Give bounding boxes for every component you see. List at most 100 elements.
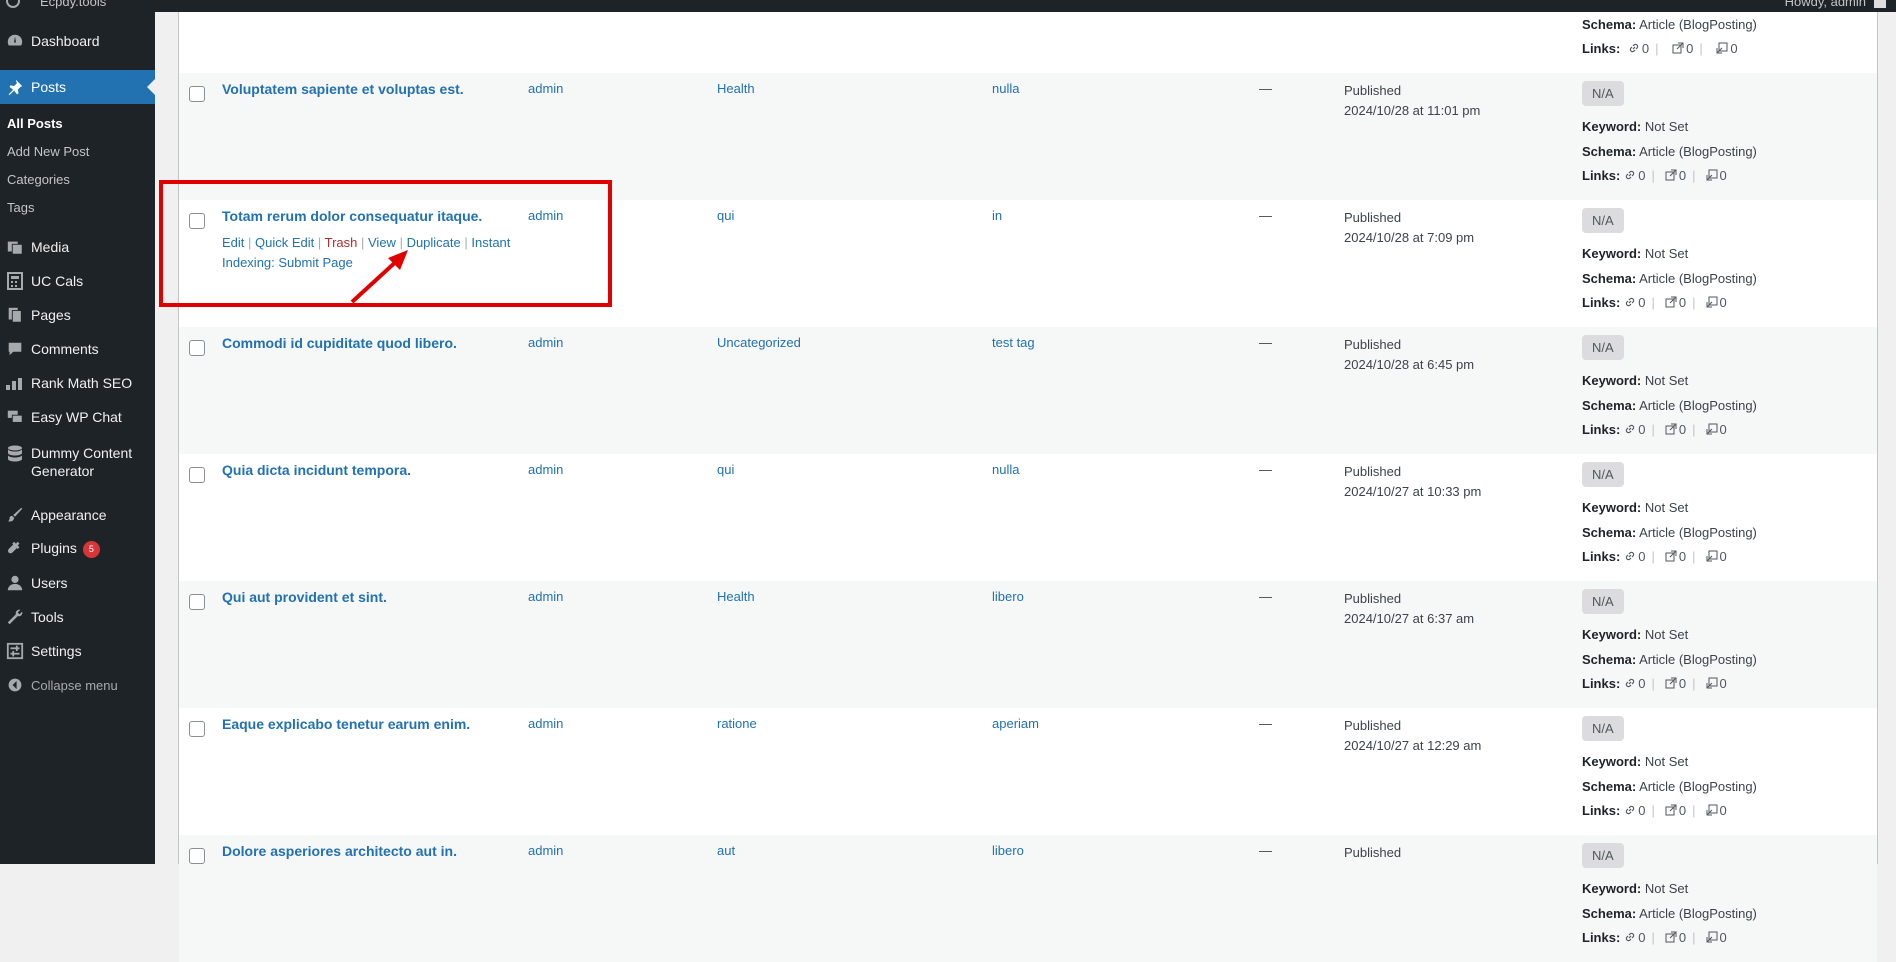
post-status: Published (1344, 591, 1402, 606)
post-category-link[interactable]: qui (717, 208, 734, 223)
table-row: Qui aut provident et sint. admin Health lib… (179, 581, 1877, 708)
sidebar-item-dashboard[interactable]: Dashboard (0, 24, 155, 58)
seo-score-badge[interactable]: N/A (1582, 716, 1624, 741)
table-row: Dolore asperiores architecto aut in. admi… (179, 835, 1877, 962)
sidebar-item-dummy-content-generator[interactable]: Dummy Content Generator (0, 442, 155, 482)
users-icon (5, 573, 25, 593)
post-tag-link[interactable]: libero (992, 843, 1024, 858)
seo-score-badge[interactable]: N/A (1582, 462, 1624, 487)
sidebar-item-appearance[interactable]: Appearance (0, 498, 155, 532)
sidebar-item-plugins[interactable]: Plugins 5 (0, 532, 155, 566)
row-checkbox[interactable] (189, 86, 205, 102)
seo-keyword: Keyword: Not Set (1582, 627, 1688, 642)
incoming-links-count: 0 (1719, 676, 1727, 691)
post-date: Published 2024/10/27 at 12:29 am (1344, 716, 1481, 756)
row-checkbox[interactable] (189, 467, 205, 483)
seo-schema: Schema: Article (BlogPosting) (1582, 779, 1757, 794)
post-category-link[interactable]: qui (717, 462, 734, 477)
quick-edit-link[interactable]: Quick Edit (255, 235, 314, 250)
post-author-link[interactable]: admin (528, 462, 563, 477)
sidebar-item-comments[interactable]: Comments (0, 332, 155, 366)
site-name[interactable]: Ecpdy.tools (40, 0, 106, 9)
post-category-link[interactable]: Health (717, 81, 755, 96)
submenu-categories[interactable]: Categories (7, 172, 70, 187)
post-date-value: 2024/10/28 at 6:45 pm (1344, 357, 1475, 372)
post-title-link[interactable]: Totam rerum dolor consequatur itaque. (222, 208, 482, 224)
submenu-add-new-post[interactable]: Add New Post (7, 144, 89, 159)
post-date-value: 2024/10/28 at 11:01 pm (1344, 103, 1481, 118)
post-author-link[interactable]: admin (528, 716, 563, 731)
post-tag-link[interactable]: in (992, 208, 1002, 223)
row-checkbox[interactable] (189, 594, 205, 610)
post-author-link[interactable]: admin (528, 81, 563, 96)
post-category-link[interactable]: Uncategorized (717, 335, 801, 350)
posts-table: Schema: Article (BlogPosting) Links: 0 | … (178, 12, 1878, 962)
collapse-menu-button[interactable]: Collapse menu (0, 668, 155, 702)
sidebar-item-label: Settings (31, 643, 82, 659)
post-title-link[interactable]: Qui aut provident et sint. (222, 589, 387, 605)
sidebar-item-rank-math-seo[interactable]: Rank Math SEO (0, 366, 155, 400)
internal-link-icon (1626, 297, 1635, 307)
post-tag-link[interactable]: nulla (992, 81, 1019, 96)
sidebar-item-easy-wp-chat[interactable]: Easy WP Chat (0, 400, 155, 434)
post-title-link[interactable]: Eaque explicabo tenetur earum enim. (222, 716, 470, 732)
sidebar-item-tools[interactable]: Tools (0, 600, 155, 634)
view-link[interactable]: View (368, 235, 396, 250)
sidebar-item-posts[interactable]: Posts (0, 70, 155, 104)
post-tag-link[interactable]: test tag (992, 335, 1035, 350)
sidebar-item-settings[interactable]: Settings (0, 634, 155, 668)
seo-score-badge[interactable]: N/A (1582, 589, 1624, 614)
keyword-label: Keyword: (1582, 500, 1642, 515)
submenu-tags[interactable]: Tags (7, 200, 34, 215)
edit-link[interactable]: Edit (222, 235, 244, 250)
seo-details: N/A Keyword: Not Set Schema: Article (Blog… (1582, 716, 1757, 818)
post-author-link[interactable]: admin (528, 335, 563, 350)
post-tag-link[interactable]: aperiam (992, 716, 1039, 731)
post-date: Published 2024/10/27 at 10:33 pm (1344, 462, 1481, 502)
external-links-count: 0 (1678, 930, 1687, 945)
row-actions: Edit | Quick Edit | Trash | View | Dupli… (222, 235, 511, 270)
post-category-link[interactable]: aut (717, 843, 735, 858)
row-checkbox[interactable] (189, 340, 205, 356)
post-author-link[interactable]: admin (528, 843, 563, 858)
post-category-link[interactable]: Health (717, 589, 755, 604)
seo-score-badge[interactable]: N/A (1582, 208, 1624, 233)
post-status: Published (1344, 210, 1402, 225)
sidebar-item-users[interactable]: Users (0, 566, 155, 600)
sidebar-item-pages[interactable]: Pages (0, 298, 155, 332)
post-tag-link[interactable]: nulla (992, 462, 1019, 477)
post-status: Published (1344, 718, 1402, 733)
post-title-link[interactable]: Quia dicta incidunt tempora. (222, 462, 411, 478)
schema-value: Article (BlogPosting) (1639, 525, 1757, 540)
duplicate-link[interactable]: Duplicate (407, 235, 461, 250)
wordpress-logo-icon[interactable] (6, 0, 20, 8)
sidebar-item-label: Tools (31, 609, 64, 625)
media-icon (5, 237, 25, 257)
post-tag-link[interactable]: libero (992, 589, 1024, 604)
keyword-value: Not Set (1644, 119, 1689, 134)
sidebar-item-media[interactable]: Media (0, 230, 155, 264)
post-title-link[interactable]: Voluptatem sapiente et voluptas est. (222, 81, 464, 97)
incoming-links-count: 0 (1719, 549, 1727, 564)
row-checkbox[interactable] (189, 721, 205, 737)
row-checkbox[interactable] (189, 848, 205, 864)
trash-link[interactable]: Trash (325, 235, 358, 250)
internal-links-count: 0 (1638, 168, 1646, 183)
post-author-link[interactable]: admin (528, 208, 563, 223)
post-author-link[interactable]: admin (528, 589, 563, 604)
seo-score-badge[interactable]: N/A (1582, 335, 1624, 360)
row-checkbox[interactable] (189, 213, 205, 229)
schema-label: Schema: (1582, 906, 1637, 921)
seo-schema: Schema: Article (BlogPosting) (1582, 144, 1757, 159)
internal-link-icon (1629, 43, 1639, 53)
schema-value: Article (BlogPosting) (1639, 779, 1757, 794)
post-category-link[interactable]: ratione (717, 716, 757, 731)
internal-links-count: 0 (1638, 803, 1646, 818)
submenu-all-posts[interactable]: All Posts (7, 116, 63, 131)
seo-score-badge[interactable]: N/A (1582, 81, 1624, 106)
sidebar-item-label: Pages (31, 307, 71, 323)
seo-score-badge[interactable]: N/A (1582, 843, 1624, 868)
sidebar-item-uc-cals[interactable]: UC Cals (0, 264, 155, 298)
post-title-link[interactable]: Dolore asperiores architecto aut in. (222, 843, 457, 859)
post-title-link[interactable]: Commodi id cupiditate quod libero. (222, 335, 457, 351)
